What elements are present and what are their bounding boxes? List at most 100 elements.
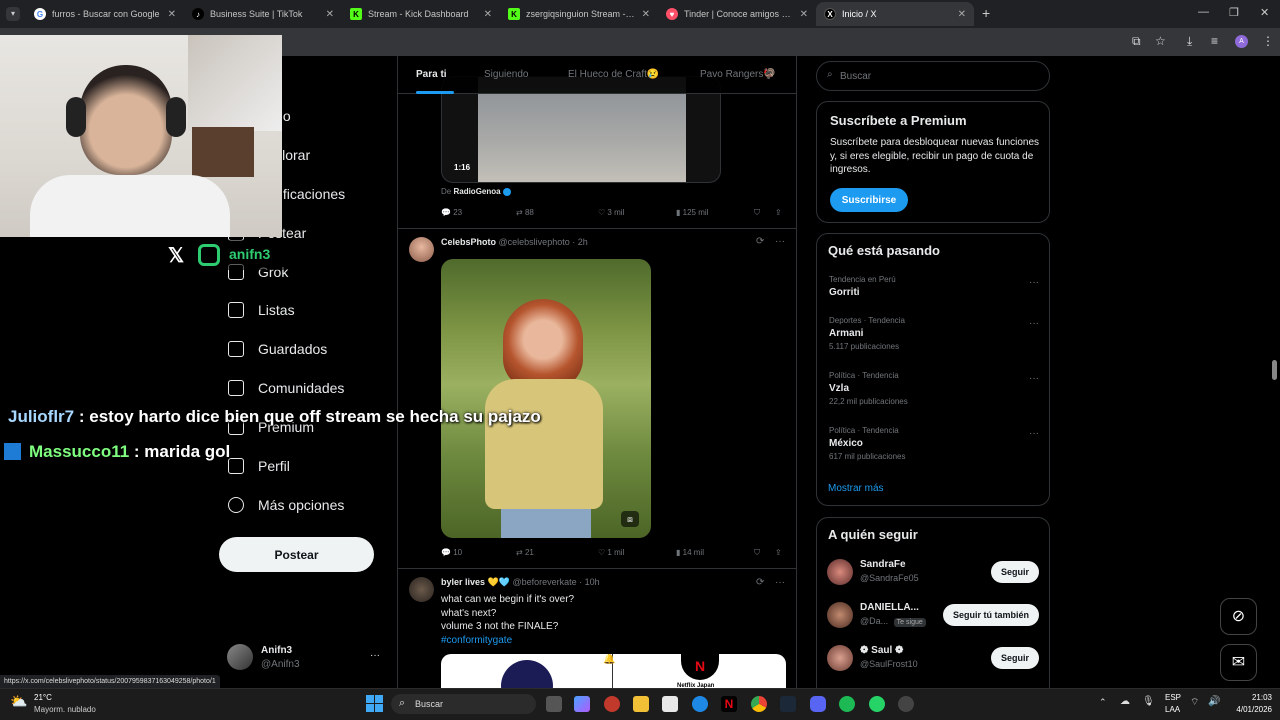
repost-button[interactable]: ⇄ 21 <box>516 548 534 557</box>
app-icon[interactable] <box>604 696 620 712</box>
scrollbar-thumb[interactable] <box>1272 360 1277 380</box>
follow-handle[interactable]: @SaulFrost10 <box>860 659 918 669</box>
more-icon[interactable]: ··· <box>775 236 785 247</box>
more-icon[interactable]: ··· <box>775 577 785 588</box>
share-icon[interactable]: ⇪ <box>775 208 782 217</box>
grok-icon[interactable]: ⟳ <box>756 236 764 247</box>
nav-item-profile[interactable]: Perfil <box>228 458 290 474</box>
search-box[interactable]: ⌕ Buscar <box>816 61 1050 91</box>
nav-item-bookmarks[interactable]: Guardados <box>228 341 327 357</box>
follow-suggestion[interactable]: DANIELLA... @Da... Te sigue Seguir tú ta… <box>827 600 1039 630</box>
reply-button[interactable]: 💬 23 <box>441 208 462 217</box>
tab-for-you[interactable]: Para ti <box>416 69 447 80</box>
views-button[interactable]: ▮ 125 mil <box>676 208 708 217</box>
new-tab-button[interactable]: + <box>982 5 990 21</box>
clock-time[interactable]: 21:03 <box>1232 693 1272 702</box>
chevron-up-icon[interactable]: ⌃ <box>1099 697 1107 708</box>
source-name[interactable]: RadioGenoa <box>453 187 500 196</box>
author-handle[interactable]: @beforeverkate <box>512 577 576 587</box>
follow-handle[interactable]: @Da... <box>860 616 888 626</box>
follow-handle[interactable]: @SandraFe05 <box>860 573 919 583</box>
close-icon[interactable]: ✕ <box>326 9 334 20</box>
account-handle[interactable]: @Anifn3 <box>261 659 300 670</box>
cloud-icon[interactable]: ☁ <box>1120 696 1130 707</box>
language-layout[interactable]: LAA <box>1165 705 1180 714</box>
start-icon[interactable] <box>366 695 383 712</box>
browser-tab[interactable]: G furros - Buscar con Google ✕ <box>26 2 184 26</box>
weather-icon[interactable]: ⛅ <box>10 693 27 710</box>
avatar[interactable] <box>409 577 434 602</box>
tab-following[interactable]: Siguiendo <box>484 69 528 80</box>
obs-icon[interactable] <box>898 696 914 712</box>
close-icon[interactable]: ✕ <box>642 9 650 20</box>
trend-item[interactable]: Política · Tendencia México 617 mil publ… <box>829 426 1039 461</box>
file-explorer-icon[interactable] <box>633 696 649 712</box>
browser-tab[interactable]: ♪ Business Suite | TikTok ✕ <box>184 2 342 26</box>
steam-icon[interactable] <box>780 696 796 712</box>
more-icon[interactable]: ··· <box>1029 428 1039 439</box>
cast-icon[interactable]: ⧉ <box>1132 34 1141 49</box>
follow-button[interactable]: Seguir <box>990 561 1039 583</box>
grok-icon[interactable]: ⟳ <box>756 577 764 588</box>
avatar[interactable] <box>827 645 853 671</box>
post-image[interactable]: ⧈ <box>441 259 651 538</box>
close-icon[interactable]: ✕ <box>800 9 808 20</box>
avatar[interactable] <box>409 237 434 262</box>
tab-community[interactable]: El Hueco de Craft😢 <box>568 69 659 80</box>
bookmark-icon[interactable]: ⛉ <box>754 548 760 558</box>
edge-icon[interactable] <box>692 696 708 712</box>
microphone-icon[interactable]: 🎙 <box>1142 696 1155 707</box>
trend-item[interactable]: Política · Tendencia Vzla 22,2 mil publi… <box>829 371 1039 406</box>
close-icon[interactable]: ✕ <box>168 9 176 20</box>
post-time[interactable]: · 2h <box>572 237 588 247</box>
post-time[interactable]: · 10h <box>579 577 600 587</box>
account-name[interactable]: Anifn3 <box>261 645 292 656</box>
author-name[interactable]: byler lives 💛🩵 <box>441 577 510 587</box>
follow-name[interactable]: SandraFe <box>860 559 906 570</box>
author-name[interactable]: CelebsPhoto <box>441 237 496 247</box>
tab-community[interactable]: Pavo Rangers🦃 <box>700 69 776 80</box>
like-button[interactable]: ♡ 1 mil <box>598 548 624 557</box>
browser-tab[interactable]: ♥ Tinder | Conoce amigos y gente ✕ <box>658 2 816 26</box>
post-button[interactable]: Postear <box>219 537 374 572</box>
account-avatar[interactable] <box>227 644 253 670</box>
browser-tab[interactable]: K Stream - Kick Dashboard ✕ <box>342 2 500 26</box>
netflix-icon[interactable]: N <box>721 696 737 712</box>
tab-search-button[interactable]: ▾ <box>6 7 20 21</box>
subscribe-button[interactable]: Suscribirse <box>830 188 908 212</box>
chrome-icon[interactable] <box>751 696 767 712</box>
store-icon[interactable] <box>662 696 678 712</box>
whatsapp-icon[interactable] <box>869 696 885 712</box>
volume-icon[interactable]: 🔊 <box>1208 696 1220 707</box>
window-close-button[interactable]: ✕ <box>1260 6 1269 19</box>
discord-icon[interactable] <box>810 696 826 712</box>
image-alt-icon[interactable]: ⧈ <box>621 511 639 527</box>
follow-suggestion[interactable]: SandraFe @SandraFe05 Seguir <box>827 557 1039 587</box>
copilot-icon[interactable] <box>574 696 590 712</box>
task-view-icon[interactable] <box>546 696 562 712</box>
trend-item[interactable]: Tendencia en Perú Gorriti ··· <box>829 275 1039 298</box>
follow-suggestion[interactable]: ❁ Saul ❁ @SaulFrost10 Seguir <box>827 643 1039 673</box>
views-button[interactable]: ▮ 14 mil <box>676 548 704 557</box>
clock-date[interactable]: 4/01/2026 <box>1224 705 1272 714</box>
close-icon[interactable]: ✕ <box>958 9 966 20</box>
avatar[interactable] <box>827 559 853 585</box>
profile-avatar-icon[interactable]: A <box>1235 35 1248 48</box>
repost-button[interactable]: ⇄ 88 <box>516 208 534 217</box>
reply-button[interactable]: 💬 10 <box>441 548 462 557</box>
messages-icon[interactable]: ✉ <box>1220 644 1257 681</box>
follow-button[interactable]: Seguir <box>990 647 1039 669</box>
like-button[interactable]: ♡ 3 mil <box>598 208 624 217</box>
trend-item[interactable]: Deportes · Tendencia Armani 5.117 public… <box>829 316 1039 351</box>
more-icon[interactable]: ··· <box>1029 318 1039 329</box>
minimize-button[interactable]: — <box>1198 6 1209 18</box>
media-icon[interactable]: ≡ <box>1211 34 1218 48</box>
nav-item-communities[interactable]: Comunidades <box>228 380 344 396</box>
browser-tab[interactable]: K zsergiqsinguion Stream - Watch ✕ <box>500 2 658 26</box>
bookmark-icon[interactable]: ⛉ <box>754 208 760 218</box>
taskbar-search[interactable]: ⌕ Buscar <box>391 694 536 714</box>
wifi-icon[interactable]: ⌔ <box>1190 696 1199 709</box>
follow-name[interactable]: DANIELLA... <box>860 602 919 613</box>
maximize-button[interactable]: ❐ <box>1229 6 1239 19</box>
avatar[interactable] <box>827 602 853 628</box>
